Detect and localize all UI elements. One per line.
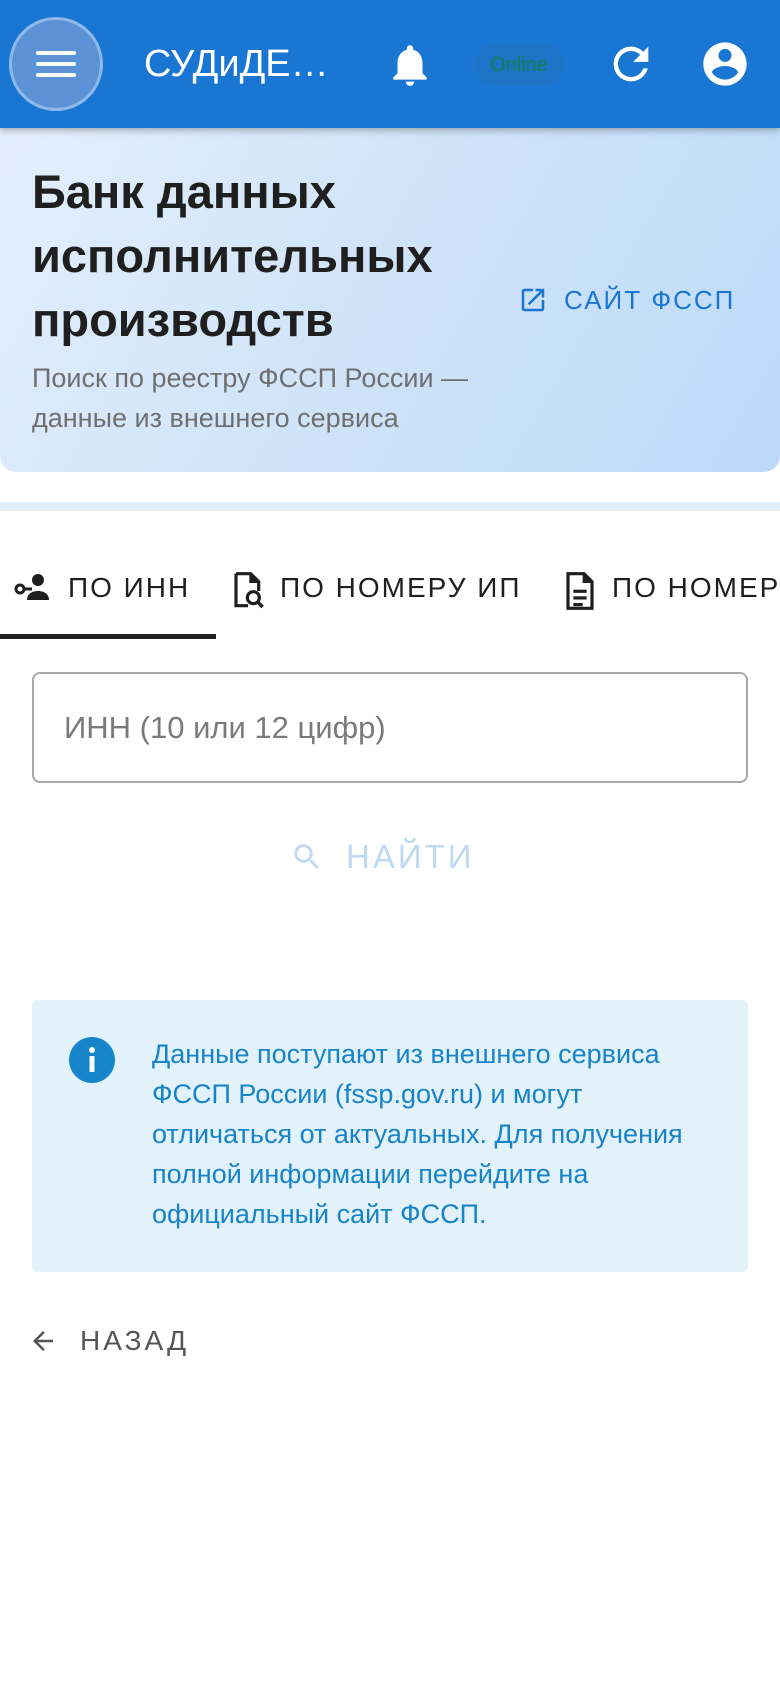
active-tab-indicator: [0, 634, 216, 639]
notifications-button[interactable]: [384, 40, 436, 90]
tab-by-number[interactable]: ПО НОМЕРУ: [564, 550, 780, 640]
inn-input[interactable]: [32, 672, 748, 783]
page-title: Банк данных исполнительных производств: [32, 165, 433, 346]
divider: [0, 502, 780, 511]
fssp-site-link[interactable]: САЙТ ФССП: [518, 280, 735, 320]
menu-button[interactable]: [9, 17, 103, 111]
open-in-new-icon: [521, 288, 545, 312]
document-icon: [566, 572, 594, 610]
account-button[interactable]: [699, 38, 751, 90]
search-icon: [294, 844, 320, 870]
search-button-label: НАЙТИ: [346, 838, 475, 875]
tab-label: ПО ИНН: [68, 572, 191, 603]
search-tabs: ПО ИНН ПО НОМЕРУ ИП ПО НОМЕРУ: [0, 550, 780, 640]
search-button[interactable]: НАЙТИ: [290, 832, 474, 882]
account-icon: [703, 42, 747, 86]
document-search-icon: [234, 572, 264, 609]
back-button[interactable]: НАЗАД: [28, 1320, 189, 1362]
tab-by-ip-number[interactable]: ПО НОМЕРУ ИП: [232, 550, 522, 640]
status-badge: Online: [474, 44, 564, 86]
app-bar: СУДиДЕЛО Online: [0, 0, 780, 128]
tab-label: ПО НОМЕРУ ИП: [280, 572, 522, 603]
tab-label: ПО НОМЕРУ: [612, 572, 780, 603]
menu-icon: [36, 51, 76, 77]
fssp-link-label: САЙТ ФССП: [564, 284, 736, 315]
arrow-back-icon: [33, 1331, 53, 1351]
page-subtitle: Поиск по реестру ФССП России — данные из…: [32, 363, 469, 433]
refresh-icon: [613, 46, 649, 82]
back-label: НАЗАД: [80, 1325, 190, 1356]
person-key-icon: [14, 574, 49, 600]
info-icon: [69, 1037, 115, 1083]
tab-by-inn[interactable]: ПО ИНН: [14, 550, 190, 640]
bell-icon: [393, 45, 427, 86]
app-title: СУДиДЕЛО: [144, 43, 344, 85]
info-text: Данные поступают из внешнего сервиса ФСС…: [152, 1039, 683, 1229]
refresh-button[interactable]: [605, 38, 657, 90]
